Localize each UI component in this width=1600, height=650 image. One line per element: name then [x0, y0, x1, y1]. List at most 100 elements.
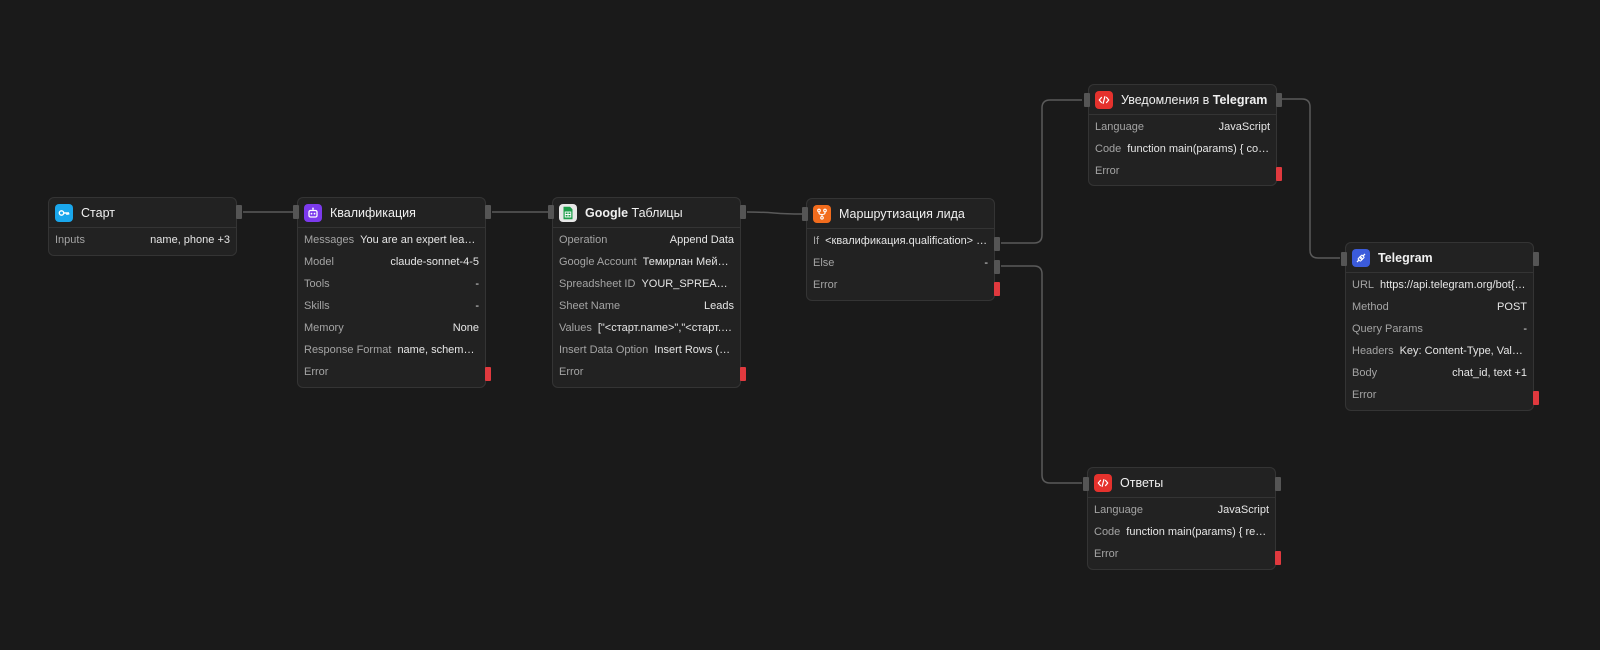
error-label: Error — [559, 366, 584, 378]
row-key: URL — [1352, 279, 1375, 291]
http-icon — [1352, 248, 1370, 267]
node-row-error: Error — [298, 361, 485, 383]
node-row: Spreadsheet ID YOUR_SPREADSHEET_ID — [553, 273, 740, 295]
row-value: JavaScript — [1217, 504, 1269, 516]
node-start[interactable]: Старт Inputs name, phone +3 — [48, 197, 242, 256]
row-value: - — [475, 278, 479, 290]
node-title: Старт — [81, 205, 115, 220]
node-row: Query Params - — [1346, 318, 1533, 340]
row-key: Memory — [304, 322, 344, 334]
error-port[interactable] — [1276, 167, 1282, 181]
row-key: Values — [559, 322, 592, 334]
input-port[interactable] — [1083, 477, 1089, 491]
node-telegram-notify[interactable]: Уведомления в Telegram Language JavaScri… — [1084, 84, 1282, 186]
error-label: Error — [1095, 165, 1120, 177]
error-port[interactable] — [1275, 551, 1281, 565]
workflow-canvas[interactable]: Старт Inputs name, phone +3 Квалификация… — [0, 0, 1600, 650]
row-value: Темирлан Мейрамов — [642, 256, 734, 268]
node-row-error: Error — [1346, 384, 1533, 406]
node-qualification-header[interactable]: Квалификация — [298, 198, 485, 228]
row-value: None — [452, 322, 479, 334]
row-key: Code — [1094, 526, 1121, 538]
node-row: Code function main(params) { const — [1089, 138, 1276, 160]
node-row: Values ["<старт.name>","<старт.phone>"] — [553, 317, 740, 339]
row-key: Method — [1352, 301, 1389, 313]
node-answers-header[interactable]: Ответы — [1088, 468, 1275, 498]
error-port[interactable] — [1533, 391, 1539, 405]
title-rest: Уведомления в — [1121, 92, 1213, 107]
robot-icon — [304, 203, 322, 222]
node-row: Tools - — [298, 273, 485, 295]
row-value: ["<старт.name>","<старт.phone>"] — [597, 322, 734, 334]
node-title: Ответы — [1120, 475, 1164, 490]
node-start-header[interactable]: Старт — [49, 198, 236, 228]
node-telegram-http[interactable]: Telegram URL https://api.telegram.org/bo… — [1341, 242, 1539, 411]
node-row: URL https://api.telegram.org/bot{{token}… — [1346, 274, 1533, 296]
title-bold: Google — [585, 205, 629, 220]
row-value: POST — [1497, 301, 1527, 313]
node-sheets-header[interactable]: Google Таблицы — [553, 198, 740, 228]
output-port-if[interactable] — [994, 237, 1000, 251]
node-row-else: Else - — [807, 252, 994, 274]
output-port[interactable] — [236, 205, 242, 219]
output-port-else[interactable] — [994, 260, 1000, 274]
node-title: Google Таблицы — [585, 206, 683, 220]
output-port[interactable] — [1275, 477, 1281, 491]
row-key: Operation — [559, 234, 608, 246]
row-key: Model — [304, 256, 334, 268]
node-row: Memory None — [298, 317, 485, 339]
title-rest: Таблицы — [628, 205, 683, 220]
node-row: Language JavaScript — [1088, 499, 1275, 521]
error-port[interactable] — [740, 367, 746, 381]
row-value: You are an expert lead qualification ass… — [360, 234, 479, 246]
node-title: Telegram — [1378, 250, 1433, 265]
node-row: Messages You are an expert lead qualific… — [298, 229, 485, 251]
error-port[interactable] — [485, 367, 491, 381]
input-port[interactable] — [1341, 252, 1347, 266]
row-key: Language — [1095, 121, 1144, 133]
row-value: https://api.telegram.org/bot{{token}} — [1380, 279, 1527, 291]
row-key: Response Format — [304, 344, 392, 356]
row-value: - — [1523, 323, 1527, 335]
node-answers[interactable]: Ответы Language JavaScript Code function… — [1083, 467, 1281, 570]
node-router[interactable]: Маршрутизация лида If <квалификация.qual… — [802, 198, 1000, 301]
input-port[interactable] — [548, 205, 554, 219]
row-value: JavaScript — [1218, 121, 1270, 133]
row-value: - — [475, 300, 479, 312]
error-port[interactable] — [994, 282, 1000, 296]
node-row: Response Format name, schema +1 — [298, 339, 485, 361]
output-port[interactable] — [1533, 252, 1539, 266]
node-notify-header[interactable]: Уведомления в Telegram — [1089, 85, 1276, 115]
node-row-if: If <квалификация.qualification> == hot — [807, 230, 994, 252]
node-router-header[interactable]: Маршрутизация лида — [807, 199, 994, 229]
row-value: name, schema +1 — [397, 344, 479, 356]
spreadsheet-icon — [559, 203, 577, 222]
node-row-error: Error — [1089, 160, 1276, 182]
input-port[interactable] — [1084, 93, 1090, 107]
node-google-sheets[interactable]: Google Таблицы Operation Append Data Goo… — [548, 197, 746, 388]
output-port[interactable] — [740, 205, 746, 219]
node-row: Operation Append Data — [553, 229, 740, 251]
row-key: Tools — [304, 278, 330, 290]
row-key: Language — [1094, 504, 1143, 516]
row-key: Messages — [304, 234, 355, 246]
row-key: Query Params — [1352, 323, 1423, 335]
branch-icon — [813, 204, 831, 223]
node-title: Квалификация — [330, 205, 416, 220]
row-key: Body — [1352, 367, 1378, 379]
edge-router-else-answers — [1001, 265, 1082, 484]
input-port[interactable] — [293, 205, 299, 219]
row-value: - — [984, 257, 988, 269]
output-port[interactable] — [1276, 93, 1282, 107]
input-port[interactable] — [802, 207, 808, 221]
code-icon — [1094, 473, 1112, 492]
output-port[interactable] — [485, 205, 491, 219]
row-key: Spreadsheet ID — [559, 278, 636, 290]
row-value: function main(params) { const — [1127, 143, 1270, 155]
row-key: Sheet Name — [559, 300, 621, 312]
edge-sheets-router — [746, 211, 803, 215]
row-key: Code — [1095, 143, 1122, 155]
node-qualification[interactable]: Квалификация Messages You are an expert … — [293, 197, 491, 388]
row-value: YOUR_SPREADSHEET_ID — [641, 278, 734, 290]
node-telegram-header[interactable]: Telegram — [1346, 243, 1533, 273]
